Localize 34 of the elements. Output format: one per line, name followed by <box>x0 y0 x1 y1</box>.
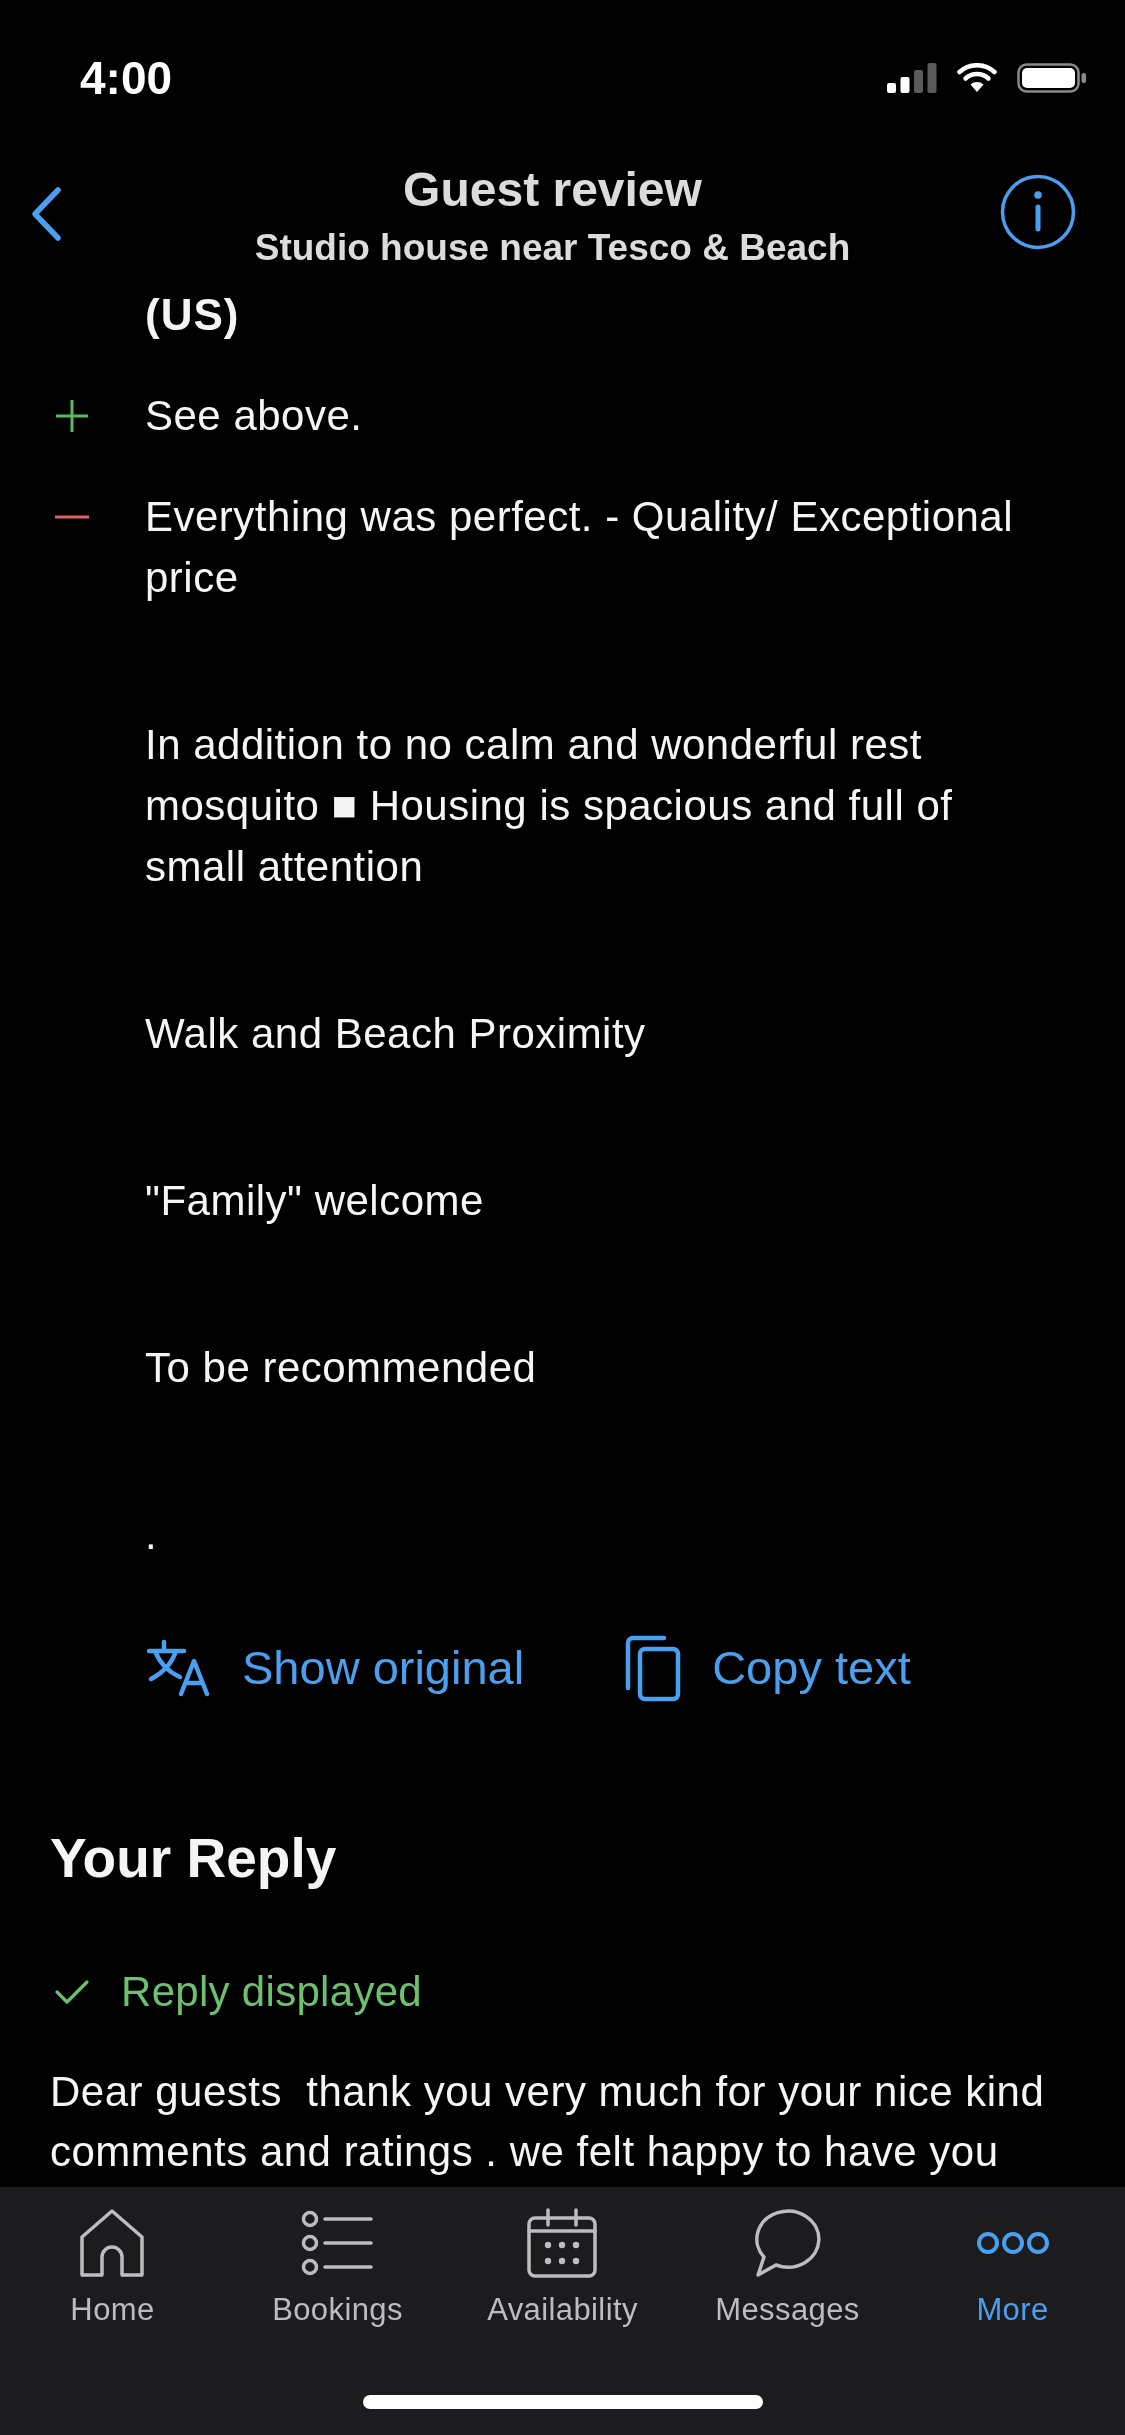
copy-icon <box>624 1634 683 1702</box>
list-icon <box>301 2210 374 2276</box>
translate-button[interactable]: Show original <box>146 1628 525 1708</box>
reviewer-name: (US) <box>145 289 240 341</box>
tab-item[interactable]: Home <box>70 2207 155 2328</box>
review-text: Everything was perfect. - Quality/ Exceptional price <box>145 492 1015 603</box>
plus-icon <box>54 397 90 434</box>
more-icon <box>975 2231 1050 2255</box>
signal-icon <box>887 63 937 93</box>
listing-subtitle: Studio house near Tesco & Beach <box>254 226 851 270</box>
review-text: To be recommended <box>145 1343 538 1393</box>
tab-item[interactable]: Bookings <box>272 2207 403 2328</box>
info-icon[interactable] <box>1000 174 1076 250</box>
calendar-icon <box>526 2207 599 2279</box>
back-icon[interactable] <box>29 186 63 242</box>
wifi-icon <box>957 63 997 93</box>
review-text: See above. <box>145 391 364 441</box>
tab-item[interactable]: Availability <box>487 2207 638 2328</box>
status-time: 4:00 <box>80 55 173 101</box>
reply-text: Dear guests thank you very much for your nice kind comments and ratings . we felt happy to have you <box>50 2067 1046 2177</box>
review-text: "Family" welcome <box>145 1176 485 1226</box>
translate-icon <box>146 1639 212 1697</box>
check-icon <box>54 1979 90 2005</box>
screen-title: Guest review <box>403 162 702 218</box>
tab-item[interactable]: More <box>975 2207 1050 2328</box>
review-text: Walk and Beach Proximity <box>145 1009 647 1059</box>
section-heading: Your Reply <box>50 1826 337 1891</box>
battery-icon <box>1017 63 1086 93</box>
review-text: . <box>145 1510 159 1560</box>
tab-item[interactable]: Messages <box>715 2207 860 2328</box>
reply-status: Reply displayed <box>121 1968 422 2016</box>
review-text: In addition to no calm and wonderful rest mosquito ■ Housing is spacious and full of small attention <box>145 720 954 892</box>
copy-button[interactable]: Copy text <box>624 1628 911 1708</box>
minus-icon <box>54 514 90 519</box>
